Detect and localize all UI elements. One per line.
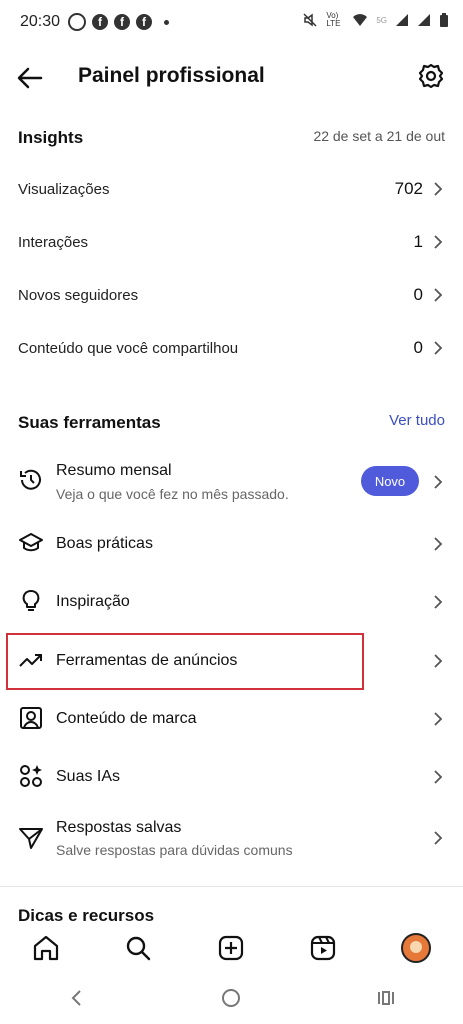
- insights-date-range: 22 de set a 21 de out: [313, 128, 445, 144]
- chevron-right-icon: [434, 595, 443, 609]
- tool-label: Respostas salvas: [56, 819, 182, 836]
- network-label: Vo) LTE: [326, 11, 341, 28]
- signal-label: 5G: [376, 15, 387, 25]
- insight-label: Conteúdo que você compartilhou: [18, 339, 239, 357]
- insight-value: 1: [413, 232, 423, 251]
- tool-inspiration[interactable]: Inspiração: [0, 573, 463, 631]
- reels-icon[interactable]: [309, 934, 337, 962]
- back-nav-icon[interactable]: [65, 986, 89, 1010]
- chevron-right-icon: [434, 712, 443, 726]
- system-navigation: [0, 972, 463, 1024]
- tool-saved-replies[interactable]: Respostas salvas Salve respostas para dú…: [0, 807, 463, 869]
- battery-icon: [440, 13, 448, 27]
- insight-row-content-shared[interactable]: Conteúdo que você compartilhou 0: [0, 323, 463, 373]
- highlight-box: [6, 633, 364, 690]
- send-icon: [19, 828, 43, 849]
- search-icon[interactable]: [124, 934, 152, 962]
- insight-value: 0: [413, 338, 423, 357]
- insight-row-interactions[interactable]: Interações 1: [0, 217, 463, 267]
- create-post-icon[interactable]: [217, 934, 245, 962]
- tool-branded-content[interactable]: Conteúdo de marca: [0, 690, 463, 748]
- home-icon[interactable]: [32, 934, 60, 962]
- tool-label: Conteúdo de marca: [56, 710, 197, 727]
- chevron-right-icon: [434, 288, 443, 302]
- chevron-right-icon: [434, 770, 443, 784]
- signal-icon: [418, 14, 430, 26]
- status-bar: 20:30 f f f Vo) LTE 5G: [0, 0, 463, 44]
- insight-row-new-followers[interactable]: Novos seguidores 0: [0, 270, 463, 320]
- home-nav-icon[interactable]: [219, 986, 243, 1010]
- facebook-icon: f: [136, 14, 152, 30]
- tool-sublabel: Salve respostas para dúvidas comuns: [56, 842, 293, 858]
- page-title: Painel profissional: [78, 64, 265, 87]
- insights-title: Insights: [18, 128, 84, 147]
- facebook-icon: f: [114, 14, 130, 30]
- signal-icon: [396, 14, 408, 26]
- whatsapp-icon: [68, 13, 86, 31]
- insight-value: 0: [413, 285, 423, 304]
- insight-label: Novos seguidores: [18, 286, 139, 304]
- tool-your-ais[interactable]: Suas IAs: [0, 748, 463, 806]
- see-all-link[interactable]: Ver tudo: [389, 412, 445, 429]
- insight-label: Visualizações: [18, 180, 110, 198]
- bottom-navigation: [0, 924, 463, 972]
- graduation-cap-icon: [19, 533, 43, 552]
- tool-best-practices[interactable]: Boas práticas: [0, 515, 463, 573]
- insight-label: Interações: [18, 233, 89, 251]
- chevron-right-icon: [434, 341, 443, 355]
- recent-apps-icon[interactable]: [374, 986, 398, 1010]
- insight-row-views[interactable]: Visualizações 702: [0, 164, 463, 214]
- more-notifications-icon: [164, 19, 169, 25]
- profile-avatar[interactable]: [401, 933, 431, 963]
- chevron-right-icon: [434, 537, 443, 551]
- tools-title: Suas ferramentas: [18, 413, 161, 432]
- tips-title: Dicas e recursos: [18, 906, 155, 924]
- chevron-right-icon: [434, 182, 443, 196]
- mute-icon: [303, 13, 317, 27]
- tool-label: Resumo mensal: [56, 462, 172, 479]
- ai-sparkle-icon: [20, 765, 42, 787]
- section-divider: [0, 886, 463, 887]
- system-status-icons: Vo) LTE 5G: [302, 12, 449, 28]
- chevron-right-icon: [434, 475, 443, 489]
- lightbulb-icon: [22, 590, 40, 611]
- tool-label: Inspiração: [56, 593, 130, 610]
- settings-gear-icon[interactable]: [417, 62, 445, 90]
- new-badge: Novo: [361, 466, 419, 496]
- chevron-right-icon: [434, 235, 443, 249]
- tool-label: Suas IAs: [56, 768, 121, 785]
- status-time: 20:30: [20, 13, 61, 30]
- back-arrow-icon[interactable]: [14, 62, 46, 94]
- wifi-icon: [353, 14, 368, 26]
- chevron-right-icon: [434, 831, 443, 845]
- history-icon: [20, 469, 41, 490]
- insight-value: 702: [394, 179, 423, 198]
- notification-icons: f f f: [68, 13, 169, 31]
- branded-content-icon: [20, 707, 42, 729]
- tool-label: Boas práticas: [56, 535, 153, 552]
- chevron-right-icon: [434, 654, 443, 668]
- tool-sublabel: Veja o que você fez no mês passado.: [56, 486, 289, 502]
- facebook-icon: f: [92, 14, 108, 30]
